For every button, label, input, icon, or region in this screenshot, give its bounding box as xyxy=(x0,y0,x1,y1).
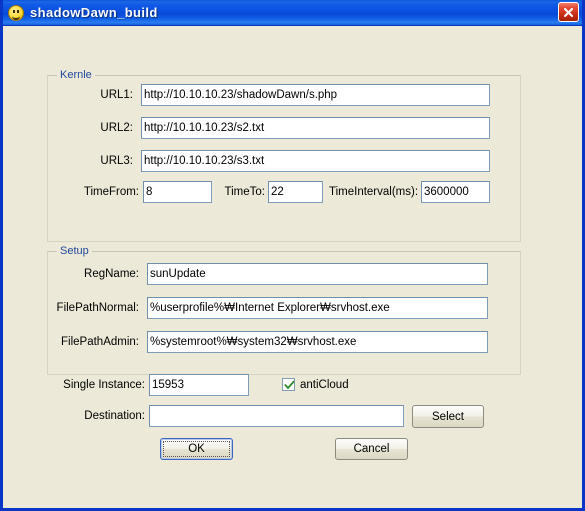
window-title: shadowDawn_build xyxy=(30,5,158,20)
dialog-client-area: Kernle URL1: URL2: URL3: TimeFrom: TimeT… xyxy=(3,26,582,507)
kernle-group-label: Kernle xyxy=(57,69,95,81)
url3-label: URL3: xyxy=(100,155,133,167)
application-window: shadowDawn_build Kernle URL1: URL2: URL3… xyxy=(0,0,585,511)
url2-input[interactable] xyxy=(141,117,490,139)
cancel-button-label: Cancel xyxy=(353,443,390,455)
close-icon[interactable] xyxy=(558,2,579,22)
destination-input[interactable] xyxy=(149,405,404,427)
anti-cloud-checkbox[interactable]: antiCloud xyxy=(282,378,349,391)
ok-button-label: OK xyxy=(188,443,205,455)
reg-name-label: RegName: xyxy=(84,268,139,280)
single-instance-label: Single Instance: xyxy=(63,379,145,391)
url1-input[interactable] xyxy=(141,84,490,106)
time-interval-input[interactable] xyxy=(421,181,490,203)
time-from-label: TimeFrom: xyxy=(83,186,139,198)
file-path-admin-input[interactable] xyxy=(147,331,488,353)
reg-name-input[interactable] xyxy=(147,263,488,285)
time-interval-label: TimeInterval(ms): xyxy=(329,186,419,198)
select-button[interactable]: Select xyxy=(412,405,484,428)
url2-label: URL2: xyxy=(100,122,133,134)
title-bar: shadowDawn_build xyxy=(3,0,582,26)
ok-button[interactable]: OK xyxy=(160,438,233,460)
setup-group-label: Setup xyxy=(57,245,92,257)
smiley-face-icon xyxy=(8,4,24,21)
select-button-label: Select xyxy=(432,410,464,423)
time-to-label: TimeTo: xyxy=(224,186,265,198)
url1-label: URL1: xyxy=(100,89,133,101)
file-path-normal-input[interactable] xyxy=(147,297,488,319)
destination-label: Destination: xyxy=(84,410,145,422)
url3-input[interactable] xyxy=(141,150,490,172)
time-to-input[interactable] xyxy=(268,181,323,203)
anti-cloud-label: antiCloud xyxy=(300,378,349,391)
file-path-admin-label: FilePathAdmin: xyxy=(61,336,139,348)
time-from-input[interactable] xyxy=(143,181,212,203)
cancel-button[interactable]: Cancel xyxy=(335,438,408,460)
file-path-normal-label: FilePathNormal: xyxy=(56,302,139,314)
single-instance-input[interactable] xyxy=(149,374,249,396)
checkmark-icon xyxy=(282,378,295,391)
